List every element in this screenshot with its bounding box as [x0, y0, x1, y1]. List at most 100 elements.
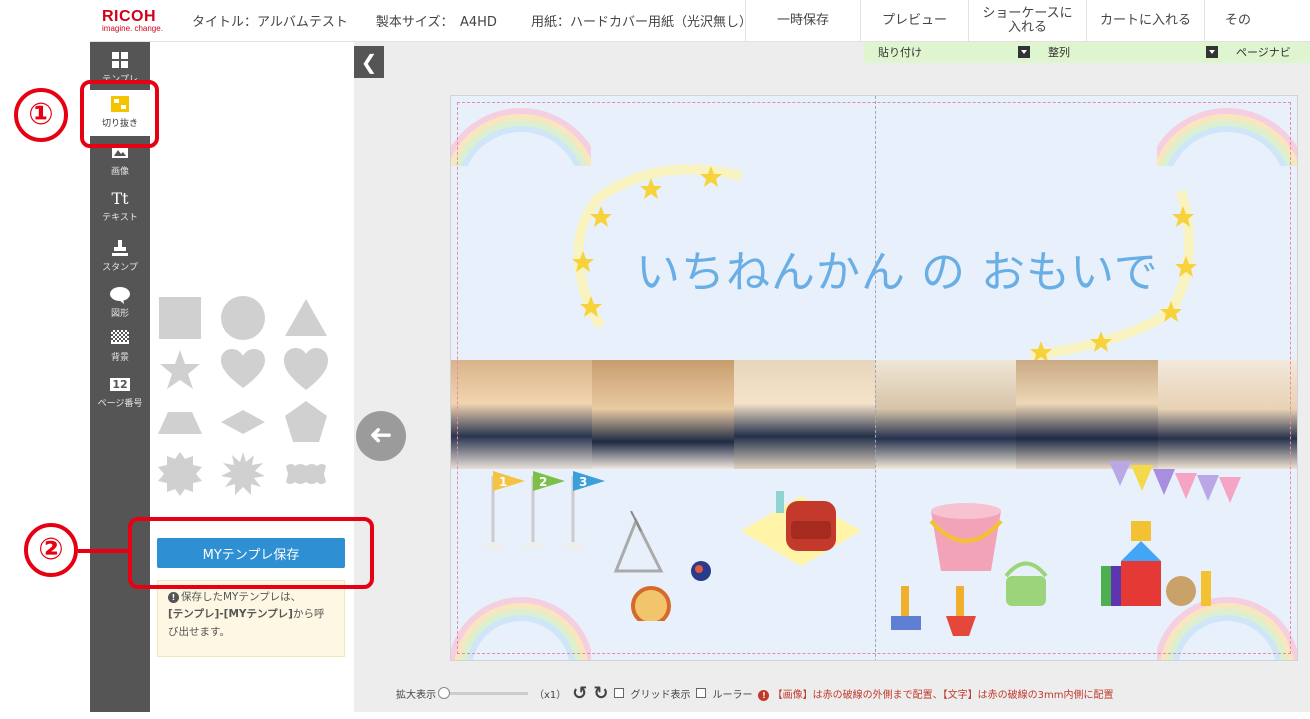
chevron-down-icon: [1206, 46, 1218, 58]
number-flags-decoration: 1 2 3: [483, 471, 605, 550]
class-photo[interactable]: [592, 360, 734, 469]
class-photo[interactable]: [733, 360, 875, 469]
tool-background[interactable]: 背景: [90, 324, 150, 368]
tool-text[interactable]: Tt テキスト: [90, 184, 150, 228]
placement-warning: ! 【画像】は赤の破線の外側まで配置、【文字】は赤の破線の3mm内側に配置: [758, 686, 1114, 701]
top-header: RICOH imagine. change. タイトル：アルバムテスト 製本サイ…: [90, 0, 1310, 42]
my-template-info: ! 保存したMYテンプレは、 [テンプレ]-[MYテンプレ]から呼 び出せます。: [157, 580, 345, 657]
align-dropdown[interactable]: 整列: [1034, 42, 1222, 63]
music-instruments-decoration: [613, 511, 711, 621]
trapezoid-shape[interactable]: [158, 400, 202, 444]
rainbow-decoration: [451, 597, 591, 660]
header-actions: 一時保存 プレビュー ショーケースに 入れる カートに入れる その: [745, 0, 1254, 42]
backpack-decoration: [741, 491, 861, 566]
tool-label: 図形: [110, 309, 129, 319]
background-pattern-icon: [90, 330, 150, 348]
heart-shape[interactable]: [221, 348, 265, 392]
class-photo[interactable]: [451, 360, 593, 469]
flag-number: 2: [539, 475, 547, 489]
bunting-decoration: [1109, 461, 1241, 503]
page-navi-label: ページナビ: [1236, 46, 1291, 59]
annotation-box-mytemplate: [128, 517, 374, 589]
spread-center-line: [875, 96, 876, 660]
annotation-box-crop: [80, 80, 159, 148]
binding-size: 製本サイズ： A4HD: [375, 15, 497, 30]
zoom-value: （x1）: [534, 689, 567, 701]
sandbox-toys-decoration: [891, 503, 1048, 636]
warning-text: 【画像】は赤の破線の外側まで配置、【文字】は赤の破線の3mm内側に配置: [772, 689, 1114, 701]
warning-icon: !: [758, 689, 770, 701]
flag-number: 1: [499, 475, 507, 489]
pentagon-shape[interactable]: [284, 400, 328, 444]
zoom-slider-knob[interactable]: [438, 686, 450, 699]
tool-label: スタンプ: [102, 263, 138, 273]
status-bar: 拡大表示 （x1） ↺ ↻ グリッド表示 ルーラー ! 【画像】は赤の破線の外側…: [354, 682, 1310, 704]
showcase-label-line2: 入れる: [1007, 20, 1047, 35]
triangle-shape[interactable]: [284, 296, 328, 340]
tool-stamp[interactable]: スタンプ: [90, 234, 150, 278]
ruler-label: ルーラー: [712, 689, 753, 701]
wavy-badge-shape[interactable]: [284, 452, 328, 496]
collapse-panel-button[interactable]: ❮: [354, 46, 384, 78]
circle-shape[interactable]: [221, 296, 265, 340]
ricoh-logo: RICOH imagine. change.: [102, 8, 172, 33]
rainbow-decoration: [1157, 108, 1297, 166]
toy-blocks-decoration: [1101, 521, 1211, 606]
paper-type: 用紙：ハードカバー用紙（光沢無し）: [530, 15, 752, 30]
info-icon: !: [168, 591, 179, 603]
diamond-shape[interactable]: [221, 400, 265, 444]
preview-button[interactable]: プレビュー: [860, 0, 968, 42]
add-to-cart-button[interactable]: カートに入れる: [1086, 0, 1204, 42]
annotation-connector: [78, 549, 130, 553]
square-shape[interactable]: [158, 296, 202, 340]
info-line3: び出せます。: [168, 625, 230, 638]
burst-shape[interactable]: [158, 452, 202, 496]
showcase-button[interactable]: ショーケースに 入れる: [968, 0, 1086, 42]
album-spread[interactable]: いちねんかん の おもいで 1 2 3: [450, 95, 1298, 661]
editor-app: RICOH imagine. change. タイトル：アルバムテスト 製本サイ…: [0, 0, 1310, 719]
album-title-text[interactable]: いちねんかん の おもいで: [636, 236, 1159, 300]
temporary-save-label: 一時保存: [776, 12, 829, 28]
add-to-cart-label: カートに入れる: [1099, 12, 1191, 28]
tool-label: 画像: [110, 167, 129, 177]
speech-bubble-icon: [90, 286, 150, 304]
ruler-checkbox[interactable]: [696, 688, 707, 698]
logo-tagline: imagine. change.: [102, 23, 163, 33]
heart-alt-shape[interactable]: [284, 348, 328, 392]
flag-number: 3: [579, 475, 587, 489]
info-line1: 保存したMYテンプレは、: [181, 591, 302, 603]
tool-label: ページ番号: [97, 399, 143, 409]
arrow-left-icon: ➜: [369, 418, 393, 451]
zoom-label: 拡大表示: [396, 689, 436, 701]
align-label: 整列: [1048, 46, 1070, 59]
annotation-marker-2: ②: [24, 523, 78, 577]
zoom-slider[interactable]: [438, 686, 528, 699]
album-title: タイトル：アルバムテスト: [192, 15, 348, 30]
previous-page-button[interactable]: ➜: [356, 411, 406, 461]
tool-page-number[interactable]: 12 ページ番号: [90, 370, 150, 414]
paste-label: 貼り付け: [878, 46, 922, 59]
tool-shape[interactable]: 図形: [90, 280, 150, 324]
stamp-icon: [90, 240, 150, 258]
info-line2: から呼: [292, 608, 325, 621]
annotation-marker-1: ①: [14, 88, 68, 142]
template-grid-icon: [90, 52, 150, 70]
undo-icon[interactable]: ↺: [572, 683, 587, 704]
temporary-save-button[interactable]: 一時保存: [745, 0, 860, 42]
page-number-icon: 12: [90, 376, 150, 394]
star-shape[interactable]: [158, 348, 202, 392]
info-path: [テンプレ]-[MYテンプレ]: [168, 608, 293, 621]
class-photo[interactable]: [874, 360, 1017, 469]
grid-label: グリッド表示: [630, 689, 691, 701]
paste-dropdown[interactable]: 貼り付け: [864, 42, 1034, 63]
redo-icon[interactable]: ↻: [593, 683, 608, 704]
tool-label: 背景: [110, 353, 129, 363]
other-button[interactable]: その: [1204, 0, 1254, 42]
other-label: その: [1225, 12, 1252, 28]
tool-label: テキスト: [102, 213, 138, 223]
grid-checkbox[interactable]: [614, 688, 625, 698]
page-number-glyph: 12: [110, 378, 130, 391]
spiky-burst-shape[interactable]: [221, 452, 265, 496]
text-tt-icon: Tt: [111, 189, 129, 208]
page-navi-button[interactable]: ページナビ: [1222, 42, 1310, 63]
